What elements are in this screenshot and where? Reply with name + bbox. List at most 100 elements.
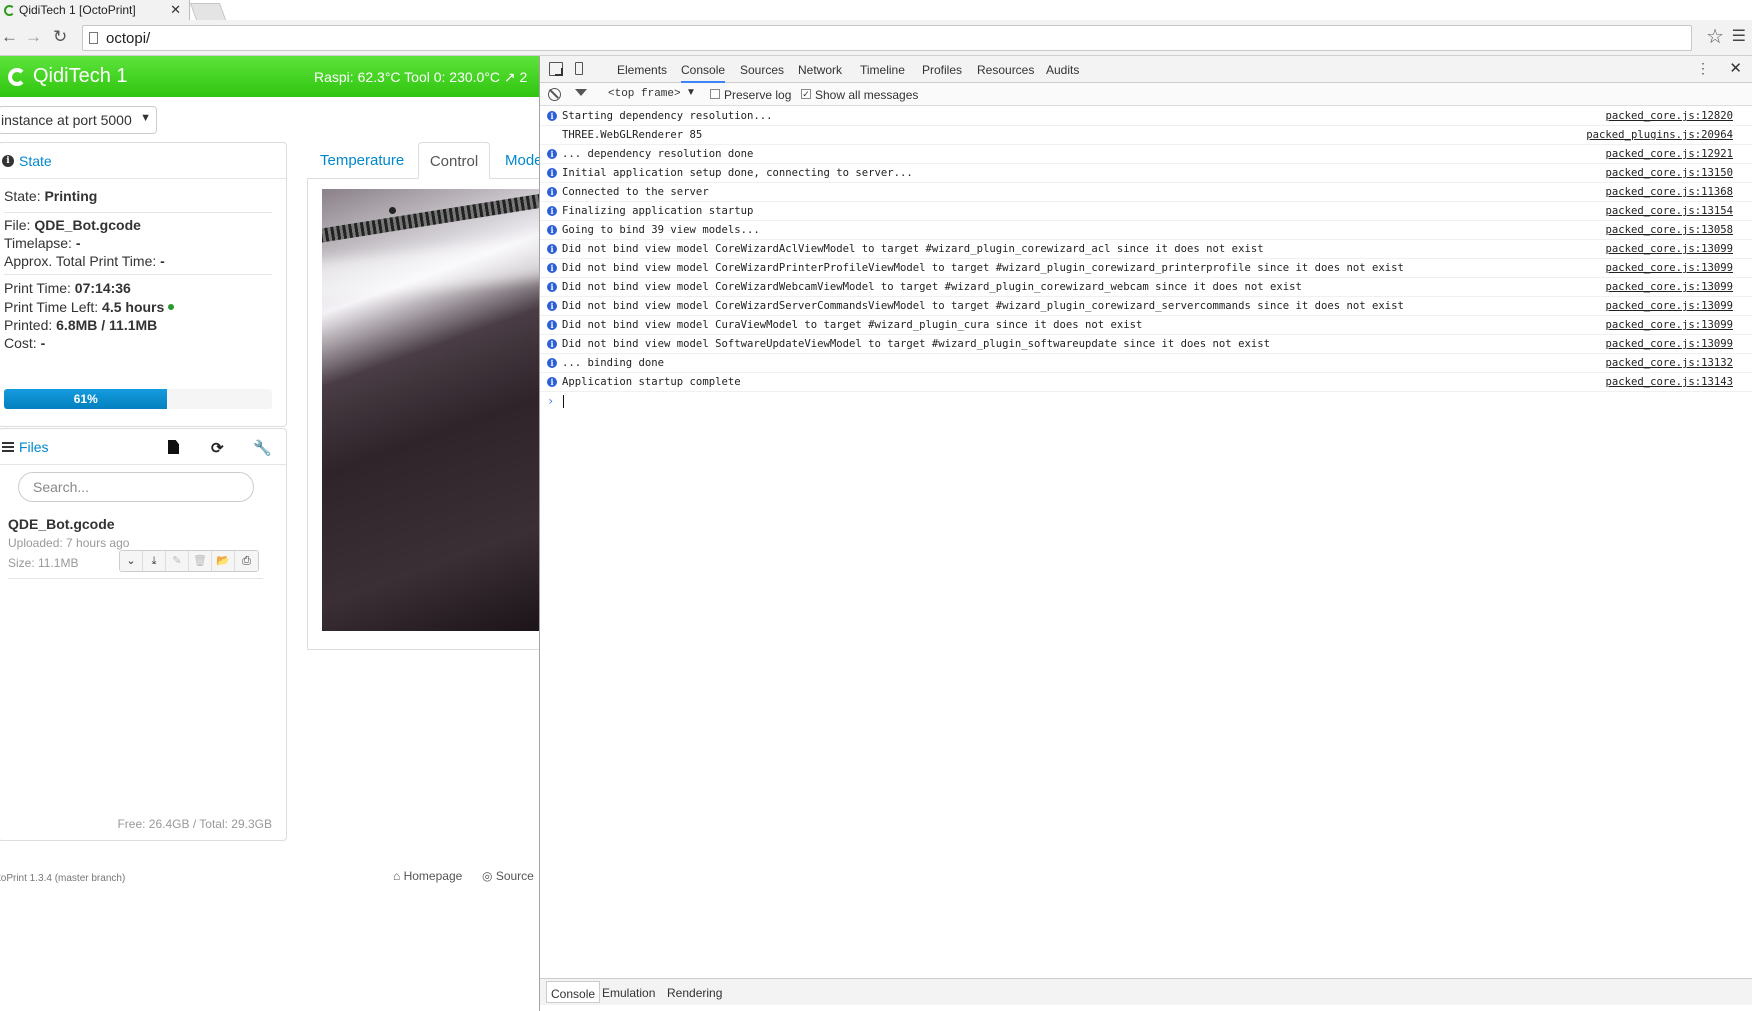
- browser-tab-strip: QidiTech 1 [OctoPrint] ✕: [0, 0, 1752, 20]
- tab-profiles[interactable]: Profiles: [922, 63, 962, 77]
- forward-icon[interactable]: →: [25, 27, 42, 47]
- state-panel-header[interactable]: i State: [0, 143, 286, 179]
- homepage-link-label: Homepage: [403, 869, 463, 883]
- console-source-link[interactable]: packed_core.js:13099: [1605, 243, 1733, 255]
- console-message-text: ... binding done: [562, 357, 665, 369]
- close-devtools-icon[interactable]: ✕: [1729, 59, 1742, 77]
- console-source-link[interactable]: packed_core.js:13154: [1605, 205, 1733, 217]
- download-button[interactable]: ⤓: [143, 551, 166, 571]
- console-source-link[interactable]: packed_core.js:13099: [1605, 281, 1733, 293]
- tab-close-icon[interactable]: ✕: [170, 2, 181, 18]
- tab-temperature[interactable]: Temperature: [320, 142, 404, 179]
- browser-tab-octoprint[interactable]: QidiTech 1 [OctoPrint] ✕: [0, 0, 190, 20]
- console-message: i Going to bind 39 view models... packed_c…: [540, 221, 1752, 240]
- info-icon: i: [547, 339, 557, 349]
- console-source-link[interactable]: packed_core.js:13058: [1605, 224, 1733, 236]
- device-mode-icon[interactable]: [575, 62, 583, 75]
- tab-timeline[interactable]: Timeline: [860, 63, 905, 77]
- console-message: i ... dependency resolution done packed_co…: [540, 145, 1752, 164]
- webcam-glare: [322, 235, 539, 303]
- print-time-value: 07:14:36: [74, 280, 131, 296]
- drawer-tab-rendering[interactable]: Rendering: [667, 986, 722, 1000]
- expand-details-button[interactable]: ⌄: [120, 551, 143, 571]
- console-message-text: Did not bind view model CoreWizardAclVie…: [562, 243, 1264, 255]
- back-icon[interactable]: ←: [1, 27, 18, 47]
- total-time-line: Approx. Total Print Time: -: [4, 253, 165, 269]
- chrome-menu-icon[interactable]: ☰: [1732, 26, 1746, 46]
- console-source-link[interactable]: packed_core.js:13099: [1605, 262, 1733, 274]
- wrench-icon[interactable]: 🔧: [253, 439, 272, 457]
- frame-select[interactable]: <top frame>: [608, 88, 681, 100]
- tab-network[interactable]: Network: [798, 63, 842, 77]
- browser-tab-title: QidiTech 1 [OctoPrint]: [19, 3, 136, 17]
- file-name[interactable]: QDE_Bot.gcode: [8, 516, 115, 532]
- source-link-label: Source: [495, 869, 534, 883]
- console-source-link[interactable]: packed_core.js:12921: [1605, 148, 1733, 160]
- tab-control[interactable]: Control: [418, 142, 490, 179]
- cost-value: -: [40, 335, 46, 351]
- filter-icon[interactable]: [575, 89, 587, 96]
- console-message-text: Did not bind view model CoreWizardWebcam…: [562, 281, 1302, 293]
- console-message-text: Did not bind view model CuraViewModel to…: [562, 319, 1143, 331]
- console-source-link[interactable]: packed_core.js:13099: [1605, 319, 1733, 331]
- time-left-line: Print Time Left: 4.5 hours: [4, 299, 175, 315]
- more-options-icon[interactable]: ⋮: [1696, 60, 1710, 77]
- drawer-tab-emulation[interactable]: Emulation: [602, 986, 655, 1000]
- console-source-link[interactable]: packed_core.js:13143: [1605, 376, 1733, 388]
- tab-sources[interactable]: Sources: [740, 63, 784, 77]
- console-prompt[interactable]: ›: [540, 392, 1752, 411]
- preserve-log-checkbox[interactable]: [710, 89, 720, 99]
- tab-console[interactable]: Console: [681, 63, 726, 83]
- console-message-text: Going to bind 39 view models...: [562, 224, 760, 236]
- console-source-link[interactable]: packed_core.js:12820: [1605, 110, 1733, 122]
- console-source-link[interactable]: packed_core.js:11368: [1605, 186, 1733, 198]
- console-message: i Did not bind view model SoftwareUpdateV…: [540, 335, 1752, 354]
- console-source-link[interactable]: packed_core.js:13099: [1605, 338, 1733, 350]
- homepage-link[interactable]: ⌂ Homepage: [393, 869, 462, 883]
- tab-models[interactable]: Mode: [505, 142, 539, 179]
- inspect-element-icon[interactable]: [549, 62, 563, 76]
- info-icon: i: [2, 154, 14, 167]
- tab-elements[interactable]: Elements: [617, 63, 667, 77]
- clear-console-icon[interactable]: [548, 88, 561, 101]
- bookmark-star-icon[interactable]: ☆: [1706, 24, 1724, 49]
- list-icon: [2, 441, 14, 452]
- console-message-text: THREE.WebGLRenderer 85: [562, 129, 703, 141]
- cost-line: Cost: -: [4, 335, 45, 351]
- cost-label: Cost:: [4, 335, 41, 351]
- drawer-tab-console[interactable]: Console: [546, 981, 601, 1003]
- delete-button[interactable]: 🗑: [189, 551, 212, 571]
- console-source-link[interactable]: packed_core.js:13132: [1605, 357, 1733, 369]
- reload-icon[interactable]: ↻: [53, 27, 67, 47]
- timelapse-value: -: [75, 235, 81, 251]
- address-bar[interactable]: octopi/: [82, 25, 1692, 51]
- refresh-icon[interactable]: ⟳: [211, 439, 224, 457]
- instance-select-value: instance at port 5000: [1, 112, 132, 128]
- print-progress-fill: 61%: [4, 389, 168, 409]
- devtools-panel: Elements Console Sources Network Timelin…: [539, 56, 1752, 1011]
- source-link[interactable]: ◎ Source: [482, 869, 534, 883]
- prompt-chevron-icon: ›: [547, 394, 555, 408]
- info-icon: i: [547, 149, 557, 159]
- print-time-label: Print Time:: [4, 280, 75, 296]
- print-button[interactable]: ⎙: [235, 551, 258, 571]
- instance-select[interactable]: instance at port 5000 ▼: [0, 106, 157, 134]
- console-source-link[interactable]: packed_core.js:13150: [1605, 167, 1733, 179]
- state-panel-title[interactable]: State: [19, 153, 52, 169]
- load-button[interactable]: 📂: [212, 551, 235, 571]
- console-source-link[interactable]: packed_core.js:13099: [1605, 300, 1733, 312]
- files-search-input[interactable]: [18, 472, 254, 502]
- tab-resources[interactable]: Resources: [977, 63, 1034, 77]
- files-panel-header[interactable]: Files: [0, 429, 286, 465]
- divider: [4, 212, 272, 213]
- files-panel-title[interactable]: Files: [19, 439, 49, 455]
- tab-audits[interactable]: Audits: [1046, 63, 1079, 77]
- edit-button[interactable]: ✎: [166, 551, 189, 571]
- new-tab-button[interactable]: [189, 3, 227, 20]
- console-source-link[interactable]: packed_plugins.js:20964: [1586, 129, 1733, 141]
- console-message: i Did not bind view model CoreWizardServe…: [540, 297, 1752, 316]
- chevron-down-icon[interactable]: ▼: [686, 87, 696, 98]
- octoprint-brand[interactable]: QidiTech 1: [33, 65, 128, 88]
- webcam-bolt: [389, 207, 396, 214]
- show-all-checkbox[interactable]: ✓: [801, 89, 811, 99]
